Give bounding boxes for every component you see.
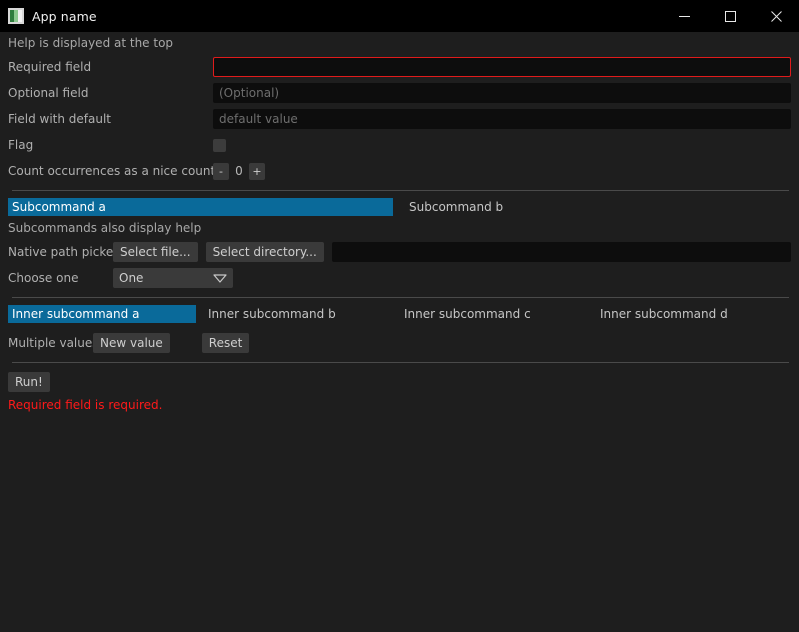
main-content: Help is displayed at the top Required fi… <box>0 32 799 632</box>
optional-field-input[interactable] <box>213 83 791 103</box>
optional-field-label: Optional field <box>8 86 89 100</box>
select-file-button[interactable]: Select file... <box>113 242 198 262</box>
default-field-row: Field with default <box>0 106 799 132</box>
required-field-row: Required field <box>0 54 799 80</box>
counter-control: - 0 + <box>213 162 265 180</box>
path-picker-input[interactable] <box>331 242 791 262</box>
top-help-text: Help is displayed at the top <box>8 36 174 50</box>
choose-one-select[interactable]: One <box>113 268 233 288</box>
counter-increment-button[interactable]: + <box>249 162 265 180</box>
minimize-icon <box>678 15 690 17</box>
tab-inner-subcommand-c[interactable]: Inner subcommand c <box>400 305 588 323</box>
close-button[interactable] <box>753 0 799 32</box>
counter-row: Count occurrences as a nice counter - 0 … <box>0 158 799 184</box>
subcommand-tabs: Subcommand a Subcommand b <box>0 197 799 217</box>
title-bar: App name <box>0 0 799 32</box>
tab-inner-subcommand-b[interactable]: Inner subcommand b <box>204 305 392 323</box>
run-button[interactable]: Run! <box>8 372 50 392</box>
default-field-input[interactable] <box>213 109 791 129</box>
tab-inner-subcommand-d[interactable]: Inner subcommand d <box>596 305 784 323</box>
required-field-label: Required field <box>8 60 92 74</box>
validation-error-message: Required field is required. <box>8 398 163 412</box>
close-icon <box>770 10 782 22</box>
minimize-button[interactable] <box>661 0 707 32</box>
path-picker-label: Native path picker <box>8 245 119 259</box>
tab-subcommand-a[interactable]: Subcommand a <box>8 198 393 216</box>
app-window-icon <box>8 8 24 24</box>
counter-label: Count occurrences as a nice counter <box>8 164 228 178</box>
multiple-values-label: Multiple values <box>8 336 99 350</box>
choose-one-value: One <box>119 271 144 285</box>
optional-field-row: Optional field <box>0 80 799 106</box>
tab-inner-subcommand-a[interactable]: Inner subcommand a <box>8 305 196 323</box>
counter-decrement-button[interactable]: - <box>213 162 229 180</box>
path-picker-row: Native path picker Select file... Select… <box>0 239 799 265</box>
counter-value: 0 <box>235 164 243 178</box>
window-title: App name <box>32 8 97 24</box>
chevron-down-icon <box>213 273 227 283</box>
separator-1 <box>12 190 789 191</box>
required-field-input[interactable] <box>213 57 791 77</box>
choose-one-row: Choose one One <box>0 265 799 291</box>
maximize-icon <box>724 10 736 22</box>
flag-label: Flag <box>8 138 34 152</box>
reset-button[interactable]: Reset <box>201 333 250 353</box>
run-row: Run! <box>0 369 799 395</box>
flag-checkbox[interactable] <box>213 138 226 152</box>
tab-subcommand-b[interactable]: Subcommand b <box>405 198 507 216</box>
separator-3 <box>12 362 789 363</box>
multiple-values-row: Multiple values New value Reset <box>0 330 799 356</box>
window-controls <box>661 0 799 32</box>
select-directory-button[interactable]: Select directory... <box>205 242 324 262</box>
subcommand-help-text: Subcommands also display help <box>8 221 202 235</box>
maximize-button[interactable] <box>707 0 753 32</box>
flag-row: Flag <box>0 132 799 158</box>
new-value-button[interactable]: New value <box>93 333 170 353</box>
separator-2 <box>12 297 789 298</box>
inner-subcommand-tabs: Inner subcommand a Inner subcommand b In… <box>0 304 799 324</box>
choose-one-label: Choose one <box>8 271 79 285</box>
default-field-label: Field with default <box>8 112 112 126</box>
